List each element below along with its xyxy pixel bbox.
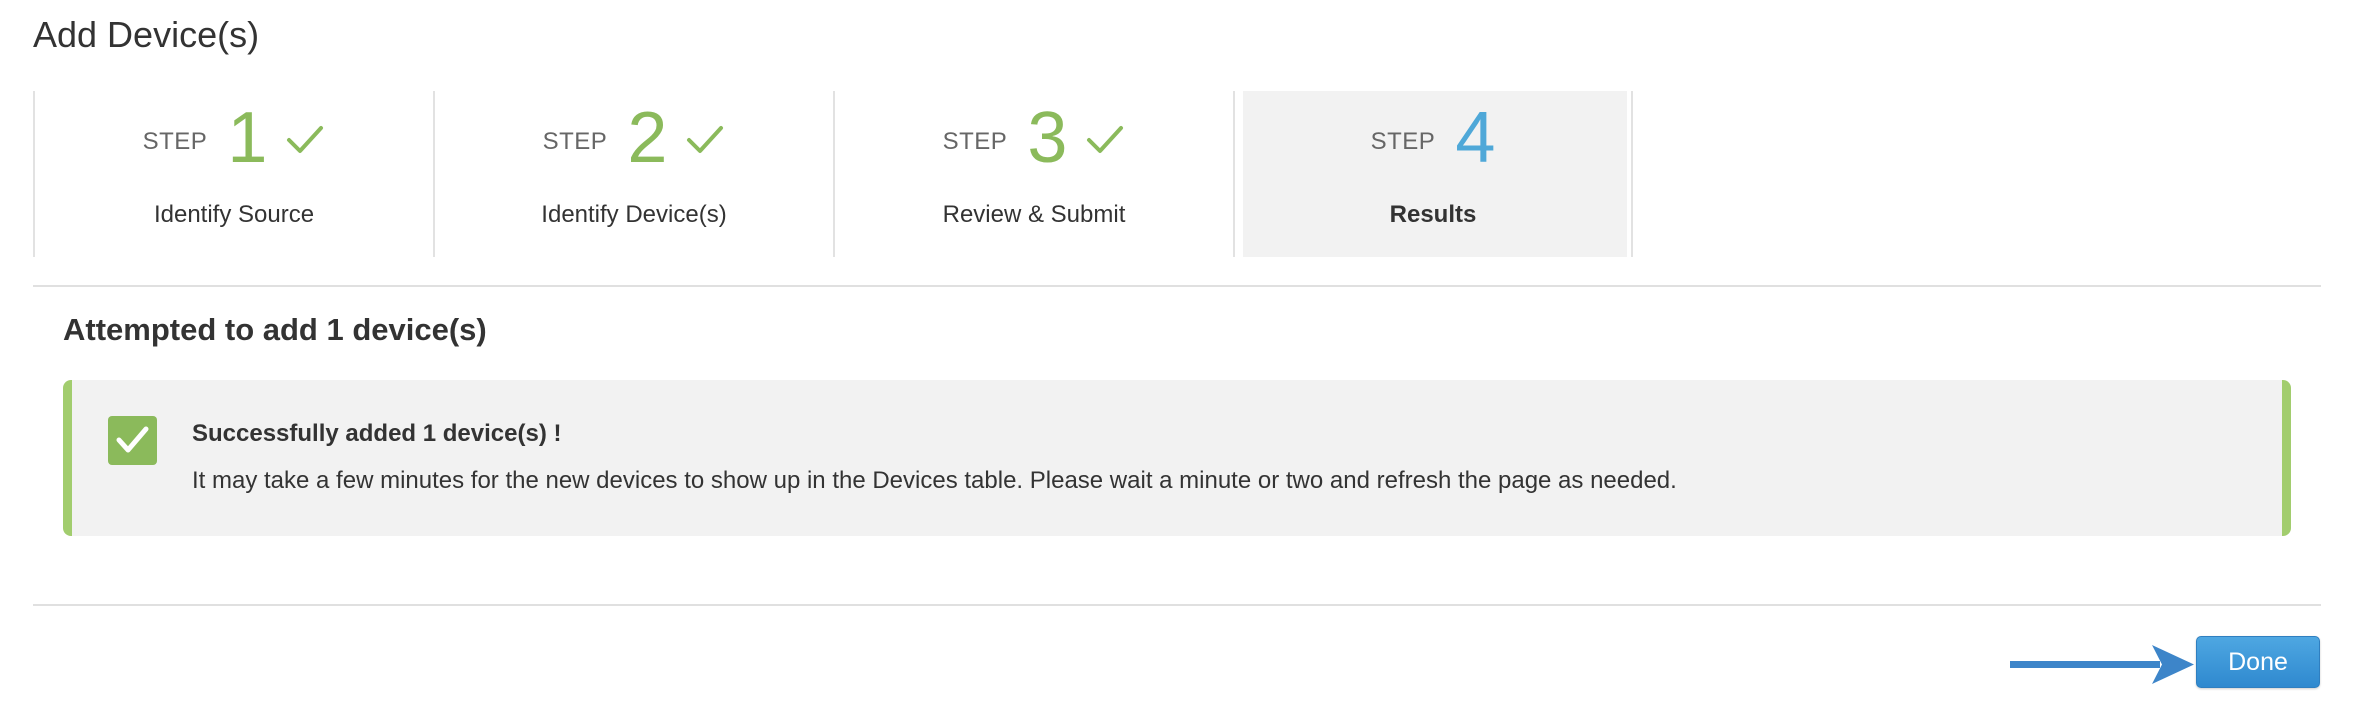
done-button[interactable]: Done xyxy=(2196,636,2320,688)
wizard-steps: STEP 1 Identify Source STEP 2 Identify D… xyxy=(33,91,1633,257)
wizard-step-2: STEP 2 Identify Device(s) xyxy=(433,91,833,257)
wizard-step-1: STEP 1 Identify Source xyxy=(33,91,433,257)
results-heading: Attempted to add 1 device(s) xyxy=(63,312,487,347)
wizard-step-3: STEP 3 Review & Submit xyxy=(833,91,1233,257)
step-word: STEP xyxy=(942,128,1008,155)
checkmark-icon xyxy=(687,126,724,153)
success-alert: Successfully added 1 device(s) ! It may … xyxy=(63,380,2291,536)
checkmark-icon xyxy=(1087,126,1124,153)
step-label: Identify Device(s) xyxy=(541,201,727,228)
step-word: STEP xyxy=(1370,128,1436,155)
add-devices-page: Add Device(s) STEP 1 Identify Source STE… xyxy=(0,0,2356,718)
success-checkbox-icon xyxy=(108,416,157,465)
step-number: 2 xyxy=(627,98,668,178)
step-word: STEP xyxy=(542,128,608,155)
step-word: STEP xyxy=(142,128,208,155)
bottom-divider xyxy=(33,604,2321,606)
step-number: 4 xyxy=(1455,98,1496,178)
step-label: Results xyxy=(1389,201,1477,228)
checkmark-icon xyxy=(116,426,149,453)
step-label: Review & Submit xyxy=(942,201,1126,228)
page-title: Add Device(s) xyxy=(33,14,260,55)
wizard-step-4: STEP 4 Results xyxy=(1233,91,1633,257)
checkmark-icon xyxy=(287,126,324,153)
alert-title: Successfully added 1 device(s) ! xyxy=(192,420,562,447)
alert-message: It may take a few minutes for the new de… xyxy=(192,467,1677,494)
arrow-right-icon xyxy=(2010,645,2194,684)
step-number: 3 xyxy=(1027,98,1068,178)
top-divider xyxy=(33,285,2321,287)
step-number: 1 xyxy=(227,98,268,178)
step-label: Identify Source xyxy=(153,201,315,228)
